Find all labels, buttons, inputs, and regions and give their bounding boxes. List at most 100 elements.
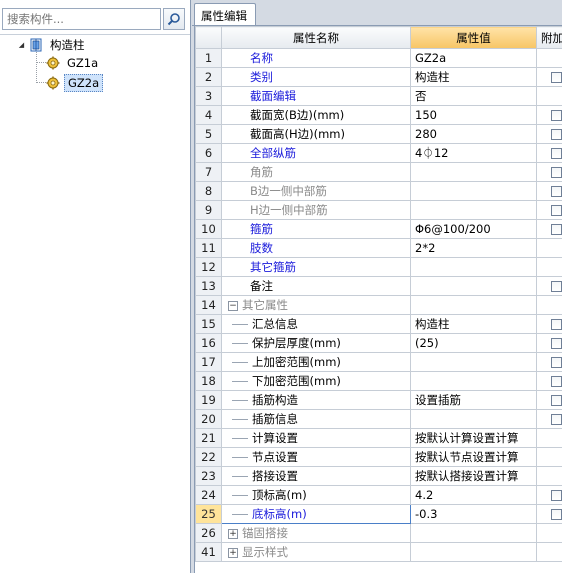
property-value-cell[interactable] [410, 409, 537, 429]
property-row[interactable]: 19 插筋构造 设置插筋 [195, 390, 562, 410]
collapse-triangle-icon[interactable]: ◢ [17, 40, 26, 49]
property-name-cell[interactable]: H边一侧中部筋 [221, 200, 411, 220]
append-checkbox[interactable] [550, 376, 562, 387]
append-checkbox[interactable] [550, 110, 562, 121]
tab-property-edit[interactable]: 属性编辑 [194, 3, 256, 26]
property-value-cell[interactable] [410, 200, 537, 220]
property-name-cell[interactable]: 其它箍筋 [221, 257, 411, 277]
property-row[interactable]: 3 截面编辑 否 [195, 86, 562, 106]
property-value-cell[interactable] [410, 257, 537, 277]
property-name-cell[interactable]: 名称 [221, 48, 411, 68]
property-name-cell[interactable]: 箍筋 [221, 219, 411, 239]
property-name-cell[interactable]: + 显示样式 [221, 542, 411, 562]
property-name-cell[interactable]: 上加密范围(mm) [221, 352, 411, 372]
property-value-cell[interactable]: 2*2 [410, 238, 537, 258]
property-row[interactable]: 1 名称 GZ2a [195, 48, 562, 68]
property-row[interactable]: 26 + 锚固搭接 [195, 523, 562, 543]
property-name-cell[interactable]: 截面宽(B边)(mm) [221, 105, 411, 125]
expand-plus-icon[interactable]: + [228, 528, 238, 539]
property-value-cell[interactable]: (25) [410, 333, 537, 353]
property-row[interactable]: 5 截面高(H边)(mm) 280 [195, 124, 562, 144]
property-value-cell[interactable]: 按默认搭接设置计算 [410, 466, 537, 486]
property-name-cell[interactable]: 类别 [221, 67, 411, 87]
property-row[interactable]: 22 节点设置 按默认节点设置计算 [195, 447, 562, 467]
property-name-cell[interactable]: 汇总信息 [221, 314, 411, 334]
property-value-cell[interactable] [410, 542, 537, 562]
append-checkbox[interactable] [550, 357, 562, 368]
property-row[interactable]: 4 截面宽(B边)(mm) 150 [195, 105, 562, 125]
property-value-cell[interactable]: 设置插筋 [410, 390, 537, 410]
property-name-cell[interactable]: 截面高(H边)(mm) [221, 124, 411, 144]
property-row[interactable]: 23 搭接设置 按默认搭接设置计算 [195, 466, 562, 486]
property-value-cell[interactable] [410, 523, 537, 543]
append-checkbox[interactable] [550, 167, 562, 178]
property-value-cell[interactable] [410, 162, 537, 182]
property-name-cell[interactable]: 插筋构造 [221, 390, 411, 410]
property-name-cell[interactable]: 肢数 [221, 238, 411, 258]
property-row[interactable]: 8 B边一侧中部筋 [195, 181, 562, 201]
append-checkbox[interactable] [550, 338, 562, 349]
property-value-cell[interactable]: 4⏀12 [410, 143, 537, 163]
property-value-cell[interactable]: 按默认计算设置计算 [410, 428, 537, 448]
property-name-cell[interactable]: 搭接设置 [221, 466, 411, 486]
append-checkbox[interactable] [550, 509, 562, 520]
property-value-cell[interactable]: GZ2a [410, 48, 537, 68]
property-value-cell[interactable]: 150 [410, 105, 537, 125]
append-checkbox[interactable] [550, 395, 562, 406]
property-name-cell[interactable]: 节点设置 [221, 447, 411, 467]
tree-node-gz2a[interactable]: GZ2a [46, 73, 104, 92]
property-name-cell[interactable]: − 其它属性 [221, 295, 411, 315]
property-value-cell[interactable] [410, 295, 537, 315]
property-row[interactable]: 13 备注 [195, 276, 562, 296]
property-row[interactable]: 15 汇总信息 构造柱 [195, 314, 562, 334]
property-name-cell[interactable]: 角筋 [221, 162, 411, 182]
property-value-cell[interactable]: 构造柱 [410, 314, 537, 334]
property-row[interactable]: 11 肢数 2*2 [195, 238, 562, 258]
property-value-cell[interactable]: Φ6@100/200 [410, 219, 537, 239]
append-checkbox[interactable] [550, 72, 562, 83]
append-checkbox[interactable] [550, 490, 562, 501]
property-row[interactable]: 21 计算设置 按默认计算设置计算 [195, 428, 562, 448]
property-value-cell[interactable]: 按默认节点设置计算 [410, 447, 537, 467]
append-checkbox[interactable] [550, 205, 562, 216]
property-value-cell[interactable]: 否 [410, 86, 537, 106]
property-value-cell[interactable] [410, 352, 537, 372]
property-row[interactable]: 2 类别 构造柱 [195, 67, 562, 87]
property-value-cell[interactable]: 280 [410, 124, 537, 144]
property-row[interactable]: 7 角筋 [195, 162, 562, 182]
property-row[interactable]: 25 底标高(m) -0.3 [195, 504, 562, 524]
search-button[interactable] [163, 8, 185, 30]
property-row[interactable]: 12 其它箍筋 [195, 257, 562, 277]
property-row[interactable]: 20 插筋信息 [195, 409, 562, 429]
property-name-cell[interactable]: 截面编辑 [221, 86, 411, 106]
property-row[interactable]: 16 保护层厚度(mm) (25) [195, 333, 562, 353]
property-name-cell[interactable]: 插筋信息 [221, 409, 411, 429]
property-value-cell[interactable]: 4.2 [410, 485, 537, 505]
property-name-cell[interactable]: 全部纵筋 [221, 143, 411, 163]
property-name-cell[interactable]: 计算设置 [221, 428, 411, 448]
append-checkbox[interactable] [550, 148, 562, 159]
tree-node-root[interactable]: ◢ 构造柱 [17, 36, 88, 53]
property-name-cell[interactable]: 底标高(m) [221, 504, 411, 524]
property-row[interactable]: 24 顶标高(m) 4.2 [195, 485, 562, 505]
property-row[interactable]: 17 上加密范围(mm) [195, 352, 562, 372]
append-checkbox[interactable] [550, 186, 562, 197]
collapse-minus-icon[interactable]: − [228, 300, 238, 311]
append-checkbox[interactable] [550, 129, 562, 140]
property-name-cell[interactable]: B边一侧中部筋 [221, 181, 411, 201]
property-value-cell[interactable] [410, 371, 537, 391]
property-row[interactable]: 14− 其它属性 [195, 295, 562, 315]
property-row[interactable]: 6 全部纵筋 4⏀12 [195, 143, 562, 163]
header-name[interactable]: 属性名称 [221, 26, 411, 49]
append-checkbox[interactable] [550, 414, 562, 425]
property-row[interactable]: 10 箍筋 Φ6@100/200 [195, 219, 562, 239]
tree-node-gz1a[interactable]: GZ1a [46, 54, 101, 71]
property-name-cell[interactable]: 顶标高(m) [221, 485, 411, 505]
property-row[interactable]: 18 下加密范围(mm) [195, 371, 562, 391]
property-row[interactable]: 41 + 显示样式 [195, 542, 562, 562]
property-value-cell[interactable]: 构造柱 [410, 67, 537, 87]
property-value-cell[interactable]: -0.3 [410, 504, 537, 524]
property-name-cell[interactable]: 备注 [221, 276, 411, 296]
header-value[interactable]: 属性值 [410, 26, 537, 49]
append-checkbox[interactable] [550, 319, 562, 330]
